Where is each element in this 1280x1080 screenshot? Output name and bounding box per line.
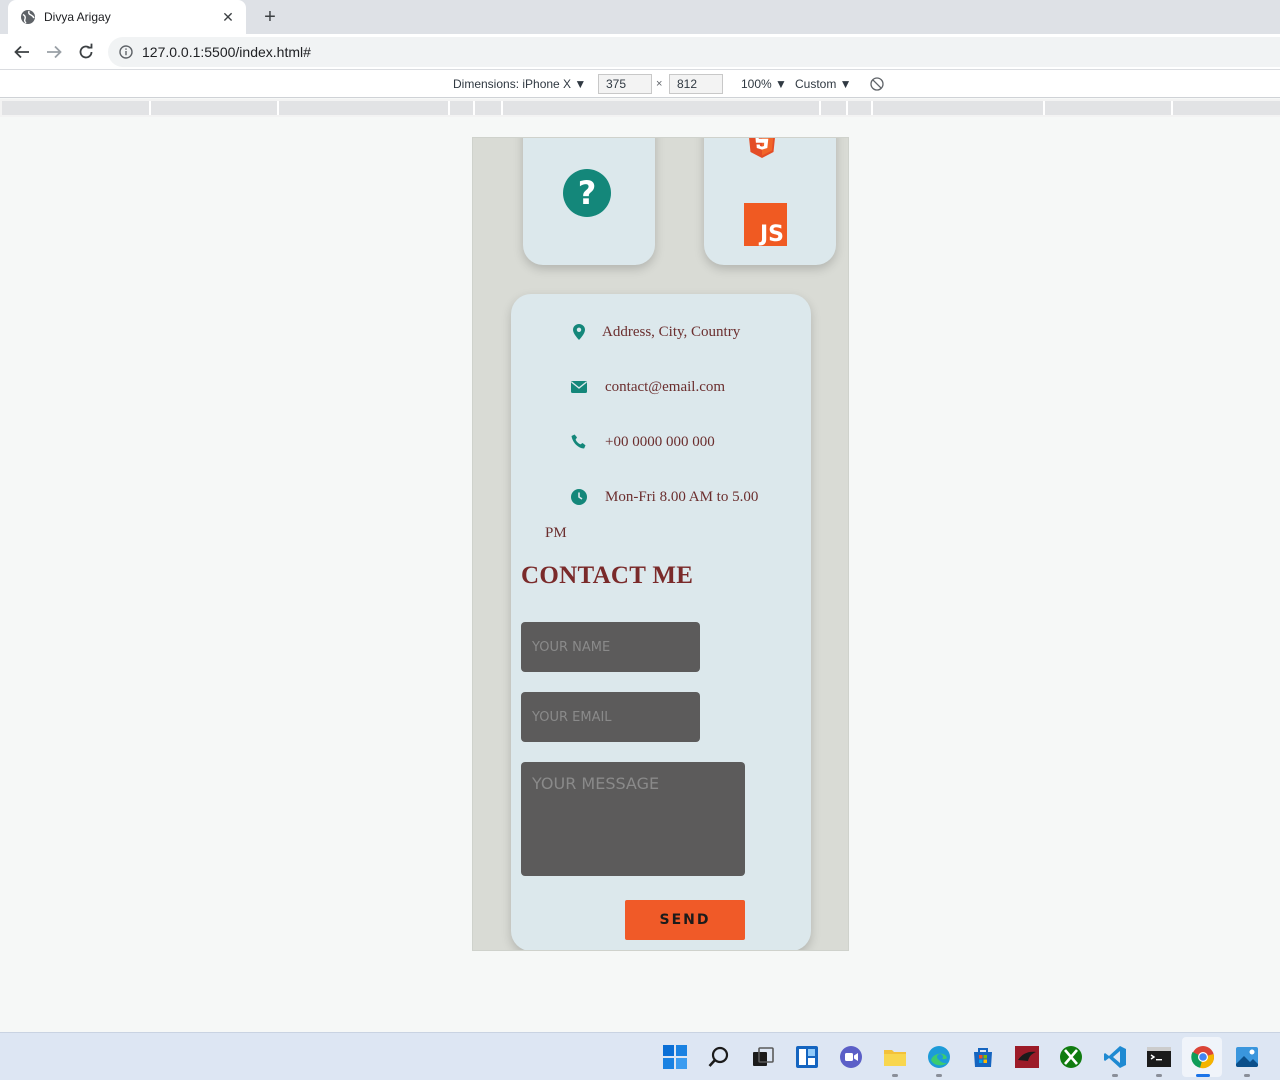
- media-query-bar: [0, 99, 1280, 117]
- arrow-left-icon: [14, 45, 29, 59]
- start-icon[interactable]: [661, 1043, 689, 1071]
- mq-segment[interactable]: [151, 101, 279, 115]
- mq-segment[interactable]: [279, 101, 450, 115]
- photos-icon[interactable]: [1233, 1043, 1261, 1077]
- message-textarea[interactable]: [521, 762, 745, 876]
- times-label: ×: [656, 78, 663, 90]
- envelope-icon: [569, 377, 589, 397]
- address-row: Address, City, Country: [569, 322, 740, 342]
- store-icon[interactable]: [969, 1043, 997, 1071]
- email-text: contact@email.com: [605, 378, 726, 395]
- browser-tab[interactable]: Divya Arigay ✕: [8, 0, 246, 34]
- send-button[interactable]: SEND: [625, 900, 745, 940]
- rotate-icon[interactable]: [869, 76, 885, 92]
- device-toolbar: Dimensions: iPhone X ▼ 375 × 812 100% ▼ …: [0, 70, 1280, 98]
- contact-heading: CONTACT ME: [521, 562, 694, 589]
- close-tab-icon[interactable]: ✕: [220, 9, 236, 25]
- address-bar[interactable]: 127.0.0.1:5500/index.html#: [108, 37, 1280, 67]
- edge-icon[interactable]: [925, 1043, 953, 1077]
- mq-segment[interactable]: [503, 101, 821, 115]
- browser-toolbar: 127.0.0.1:5500/index.html#: [0, 34, 1280, 70]
- running-indicator: [936, 1074, 942, 1077]
- mq-segment[interactable]: [1045, 101, 1173, 115]
- search-icon[interactable]: [705, 1043, 733, 1071]
- mq-segment[interactable]: [1173, 101, 1280, 115]
- globe-icon: [20, 9, 36, 25]
- height-input[interactable]: 812: [669, 74, 723, 94]
- task-view-icon[interactable]: [749, 1043, 777, 1071]
- name-input[interactable]: [521, 622, 700, 672]
- width-input[interactable]: 375: [598, 74, 652, 94]
- tab-title: Divya Arigay: [44, 10, 111, 24]
- vscode-icon[interactable]: [1101, 1043, 1129, 1077]
- js-icon: JS: [744, 203, 787, 246]
- back-button[interactable]: [10, 40, 34, 64]
- mq-segment[interactable]: [848, 101, 873, 115]
- address-text: Address, City, Country: [602, 323, 741, 340]
- running-indicator: [1156, 1074, 1162, 1077]
- info-icon[interactable]: [118, 44, 134, 60]
- html5-icon: [749, 138, 775, 158]
- arrow-right-icon: [47, 45, 62, 59]
- dimensions-dropdown[interactable]: Dimensions: iPhone X ▼: [453, 77, 586, 91]
- mq-segment[interactable]: [475, 101, 503, 115]
- hours-text: Mon-Fri 8.00 AM to 5.00: [605, 488, 759, 505]
- chrome-icon[interactable]: [1189, 1043, 1217, 1077]
- mq-segment[interactable]: [450, 101, 475, 115]
- reload-icon: [79, 43, 93, 59]
- new-tab-button[interactable]: +: [258, 5, 282, 29]
- throttle-dropdown[interactable]: Custom ▼: [795, 77, 852, 91]
- chat-icon[interactable]: [837, 1043, 865, 1071]
- mq-segment[interactable]: [2, 101, 151, 115]
- question-circle-icon: ?: [563, 169, 611, 217]
- url-text: 127.0.0.1:5500/index.html#: [142, 44, 311, 60]
- hours-row: Mon-Fri 8.00 AM to 5.00: [569, 487, 758, 507]
- clock-icon: [569, 487, 589, 507]
- phone-text: +00 0000 000 000: [605, 433, 715, 450]
- file-explorer-icon[interactable]: [881, 1043, 909, 1077]
- app-red-icon[interactable]: [1013, 1043, 1041, 1071]
- skill-card: JS: [704, 138, 836, 265]
- tab-strip: Divya Arigay ✕ +: [0, 0, 1280, 34]
- map-marker-icon: [569, 322, 589, 342]
- xbox-icon[interactable]: [1057, 1043, 1085, 1071]
- taskbar: [0, 1032, 1280, 1080]
- phone-row: +00 0000 000 000: [569, 432, 715, 452]
- reload-button[interactable]: [74, 40, 98, 64]
- running-indicator: [1244, 1074, 1250, 1077]
- skill-card: ?: [523, 138, 655, 265]
- zoom-dropdown[interactable]: 100% ▼: [741, 77, 787, 91]
- device-viewport: ? JS Address, City, Country contact@emai…: [472, 137, 849, 951]
- terminal-icon[interactable]: [1145, 1043, 1173, 1077]
- email-input[interactable]: [521, 692, 700, 742]
- contact-card: Address, City, Country contact@email.com…: [511, 294, 811, 950]
- forward-button[interactable]: [42, 40, 66, 64]
- running-indicator: [1112, 1074, 1118, 1077]
- mq-segment[interactable]: [821, 101, 848, 115]
- active-indicator: [1196, 1074, 1210, 1077]
- running-indicator: [892, 1074, 898, 1077]
- phone-icon: [569, 432, 589, 452]
- widgets-icon[interactable]: [793, 1043, 821, 1071]
- hours-text-wrap: PM: [545, 525, 567, 541]
- mq-segment[interactable]: [873, 101, 1045, 115]
- email-row: contact@email.com: [569, 377, 725, 397]
